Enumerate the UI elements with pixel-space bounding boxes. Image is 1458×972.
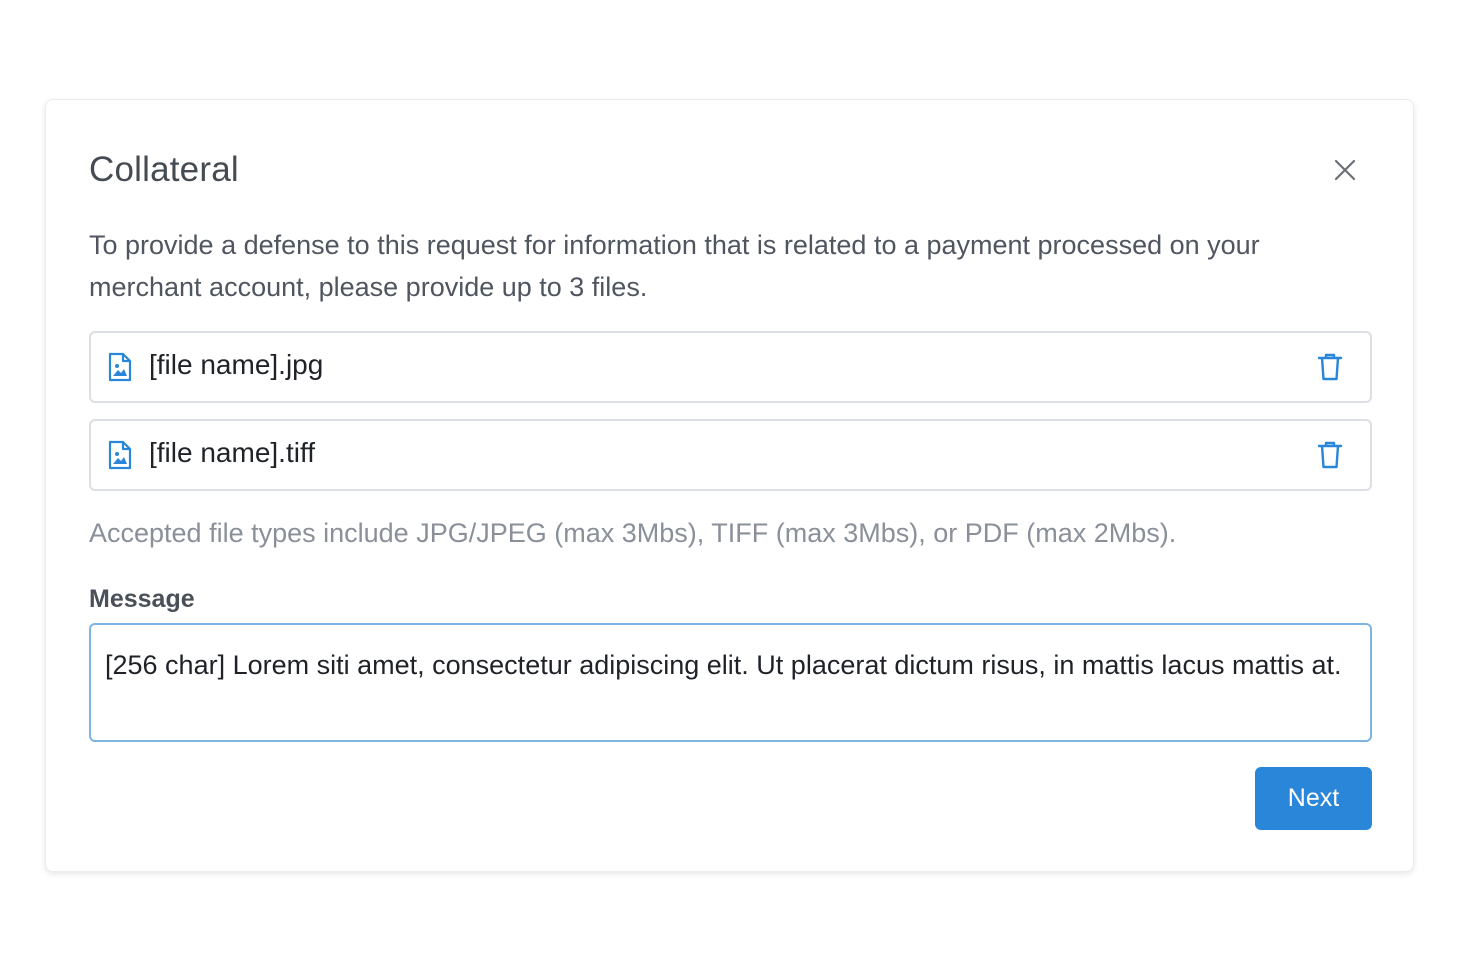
next-button[interactable]: Next xyxy=(1255,767,1372,830)
accepted-file-types-hint: Accepted file types include JPG/JPEG (ma… xyxy=(89,518,1177,548)
collateral-modal: Collateral To provide a defense to this … xyxy=(45,99,1414,872)
file-row: [file name].tiff xyxy=(89,419,1372,491)
message-label: Message xyxy=(89,585,195,613)
image-file-icon xyxy=(106,352,134,382)
file-name: [file name].tiff xyxy=(149,437,316,468)
modal-title: Collateral xyxy=(89,150,239,189)
modal-description: To provide a defense to this request for… xyxy=(89,230,1260,302)
trash-icon[interactable] xyxy=(1315,352,1345,382)
file-name: [file name].jpg xyxy=(149,349,324,380)
message-textarea[interactable]: [256 char] Lorem siti amet, consectetur … xyxy=(89,623,1372,742)
trash-icon[interactable] xyxy=(1315,440,1345,470)
image-file-icon xyxy=(106,440,134,470)
close-icon[interactable] xyxy=(1327,152,1363,188)
file-row: [file name].jpg xyxy=(89,331,1372,403)
